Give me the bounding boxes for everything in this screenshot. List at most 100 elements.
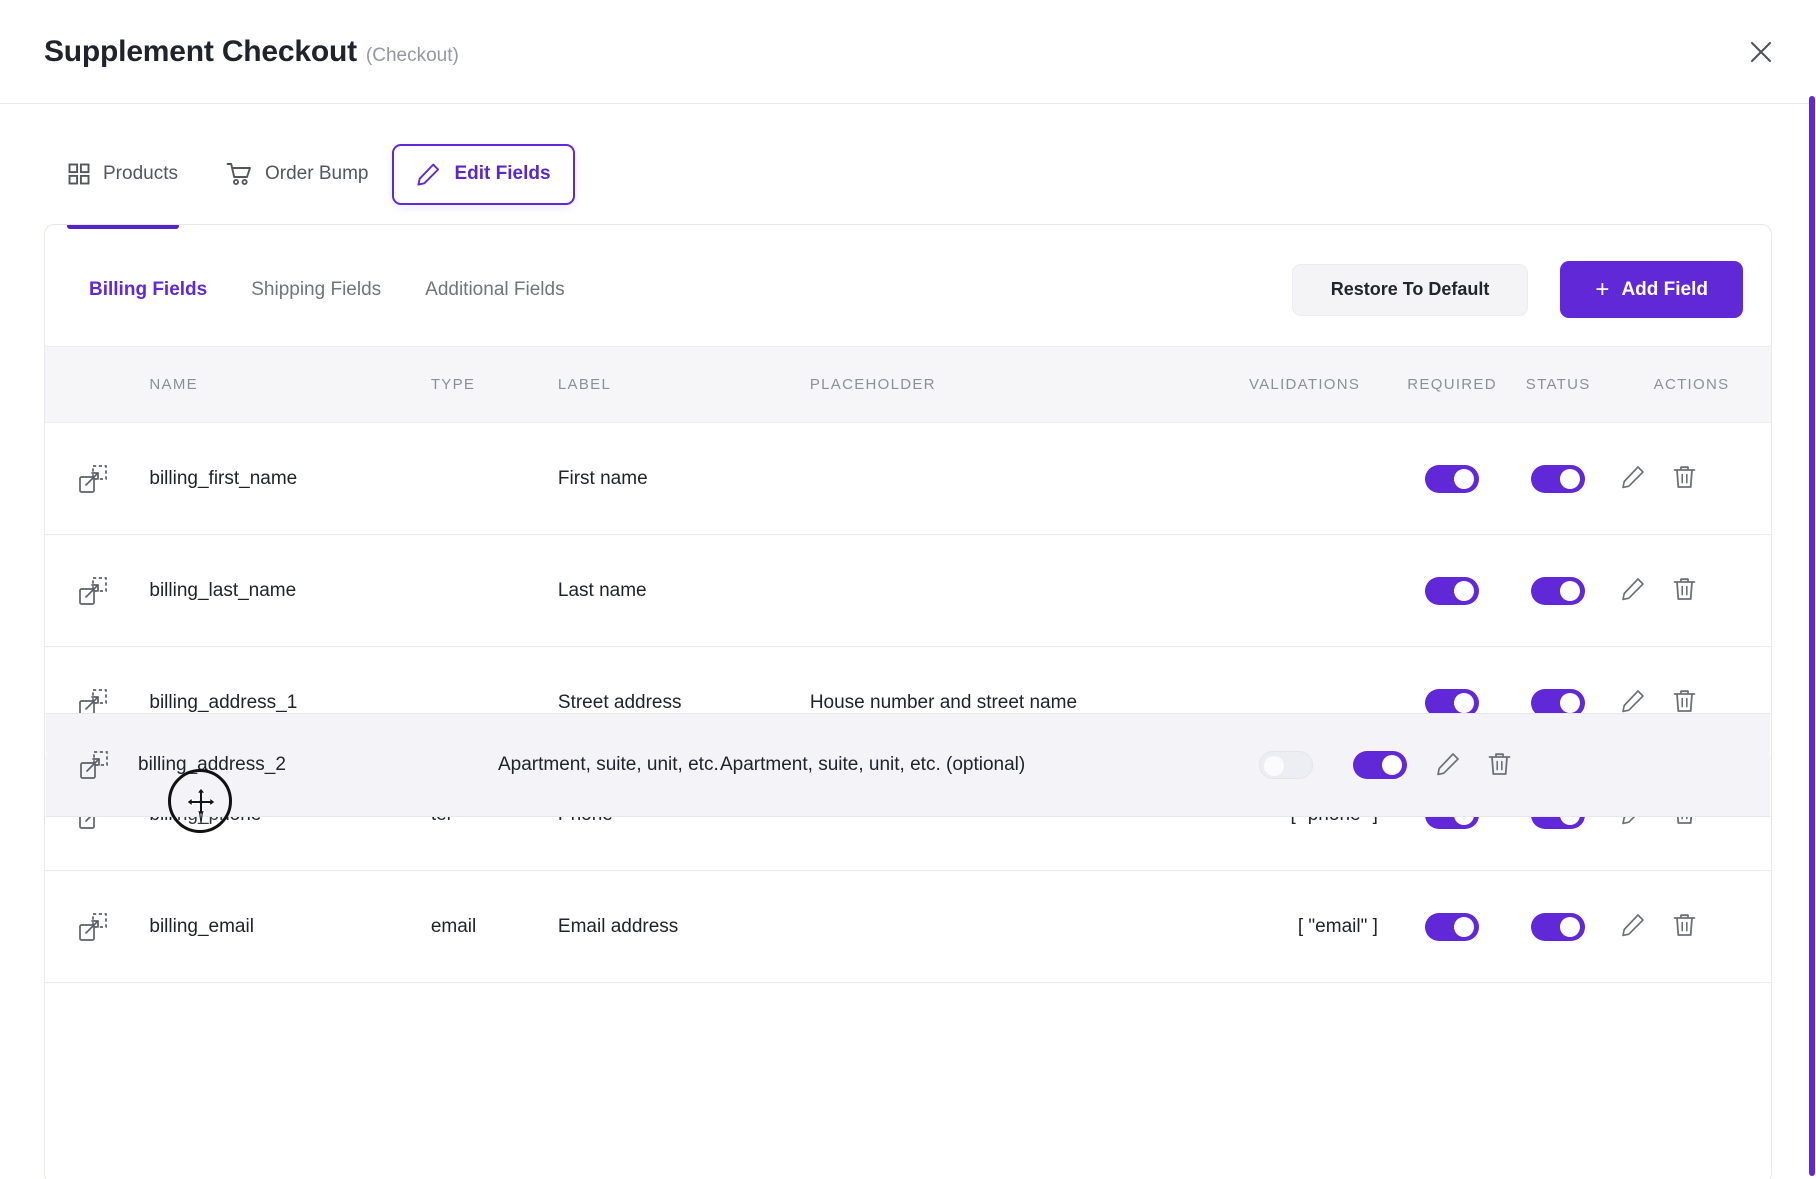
required-toggle[interactable] [1425, 576, 1480, 605]
cart-icon [226, 162, 252, 186]
active-tab-indicator [67, 225, 179, 229]
subtab-shipping-fields[interactable]: Shipping Fields [229, 275, 403, 305]
cell-label: Apartment, suite, unit, etc. [498, 754, 719, 776]
edit-field-button[interactable] [1620, 912, 1646, 941]
cell-name: billing_last_name [149, 579, 297, 601]
tab-order-bump-label: Order Bump [264, 163, 369, 184]
th-validations: VALIDATIONS [1248, 376, 1361, 393]
cell-type [431, 423, 558, 535]
trash-icon [1672, 912, 1697, 941]
fields-table: NAME TYPE LABEL PLACEHOLDER VALIDATIONS … [45, 346, 1771, 983]
cell-placeholder [810, 535, 1209, 647]
tab-products[interactable]: Products [44, 145, 202, 203]
cell-label: First name [557, 467, 648, 489]
cell-status [1504, 423, 1612, 535]
restore-to-default-button[interactable]: Restore To Default [1291, 263, 1529, 316]
table-row[interactable]: billing_first_name First name [45, 422, 1771, 535]
status-toggle[interactable] [1531, 576, 1586, 605]
pencil-icon [1435, 751, 1461, 780]
page-title: Supplement Checkout (Checkout) [44, 35, 459, 69]
primary-tabs: Products Order Bump Edit Fields [0, 104, 1816, 216]
cell-validations [1209, 535, 1400, 647]
cell-name: billing_first_name [149, 467, 298, 489]
trash-icon [1672, 464, 1697, 493]
required-toggle[interactable] [1259, 751, 1313, 779]
scrollbar-thumb[interactable] [1809, 96, 1815, 1176]
cell-placeholder: Apartment, suite, unit, etc. (optional) [720, 754, 1026, 775]
status-toggle[interactable] [1531, 912, 1586, 941]
edit-field-button[interactable] [1620, 576, 1646, 605]
toggle-knob [1560, 468, 1581, 489]
dragging-row[interactable]: billing_address_2 Apartment, suite, unit… [46, 713, 1770, 817]
grid-icon [68, 163, 90, 185]
drag-handle[interactable] [45, 423, 149, 535]
toggle-knob [1454, 580, 1475, 601]
toggle-knob [1264, 756, 1284, 776]
cell-status [1504, 535, 1612, 647]
toggle-knob [1454, 468, 1475, 489]
cell-type [431, 535, 558, 647]
toggle-knob [1560, 692, 1581, 713]
th-required: REQUIRED [1407, 376, 1497, 393]
pencil-icon [1620, 464, 1646, 493]
th-spacer [45, 347, 149, 423]
cell-validations: [ "email" ] [1297, 915, 1378, 937]
modal-header: Supplement Checkout (Checkout) [0, 0, 1816, 104]
delete-field-button[interactable] [1487, 751, 1512, 780]
delete-field-button[interactable] [1672, 576, 1697, 605]
scrollbar-track[interactable] [1809, 0, 1816, 1179]
th-actions: ACTIONS [1653, 376, 1730, 393]
cell-placeholder [810, 871, 1209, 983]
drag-handle[interactable] [46, 749, 138, 781]
cell-required [1400, 535, 1504, 647]
required-toggle[interactable] [1425, 464, 1480, 493]
tab-order-bump[interactable]: Order Bump [202, 144, 392, 204]
cell-name: billing_address_2 [138, 754, 286, 775]
cell-required [1240, 751, 1332, 779]
pencil-icon [1620, 912, 1646, 941]
table-header-row: NAME TYPE LABEL PLACEHOLDER VALIDATIONS … [45, 346, 1771, 423]
edit-field-button[interactable] [1435, 751, 1461, 780]
subtab-billing-fields[interactable]: Billing Fields [67, 275, 229, 305]
toggle-knob [1560, 580, 1581, 601]
cell-status [1332, 751, 1427, 779]
delete-field-button[interactable] [1672, 912, 1697, 941]
cell-validations [1209, 423, 1400, 535]
close-button[interactable] [1742, 33, 1780, 71]
toggle-knob [1381, 755, 1402, 775]
delete-field-button[interactable] [1672, 464, 1697, 493]
add-field-button[interactable]: + Add Field [1560, 261, 1743, 318]
cell-actions [1612, 423, 1771, 535]
table-row[interactable]: billing_last_name Last name [45, 534, 1771, 647]
drag-move-icon [77, 911, 149, 943]
app-screen: Supplement Checkout (Checkout) Products … [0, 0, 1816, 1179]
cell-name: billing_email [149, 915, 254, 937]
fields-card: Billing Fields Shipping Fields Additiona… [44, 224, 1772, 1179]
th-label: LABEL [557, 376, 612, 393]
table-row[interactable]: billing_email email Email address [ "ema… [45, 870, 1771, 983]
tab-edit-fields-label: Edit Fields [454, 163, 551, 184]
cell-label: Last name [557, 579, 647, 601]
cell-actions [1427, 751, 1567, 780]
drag-handle[interactable] [45, 871, 149, 983]
table-body: billing_first_name First name billing_la… [45, 422, 1771, 983]
status-toggle[interactable] [1531, 464, 1586, 493]
close-icon [1748, 39, 1774, 65]
subtab-additional-fields[interactable]: Additional Fields [403, 275, 586, 305]
th-name: NAME [149, 376, 198, 393]
cell-actions [1612, 871, 1771, 983]
toggle-knob [1560, 916, 1581, 937]
tab-edit-fields[interactable]: Edit Fields [392, 143, 575, 205]
cell-status [1504, 871, 1612, 983]
cell-actions [1612, 535, 1771, 647]
drag-handle[interactable] [45, 535, 149, 647]
trash-icon [1487, 751, 1512, 780]
tab-products-label: Products [103, 163, 178, 184]
cell-label: Email address [557, 915, 679, 937]
edit-field-button[interactable] [1620, 464, 1646, 493]
status-toggle[interactable] [1352, 751, 1407, 779]
required-toggle[interactable] [1425, 912, 1480, 941]
add-field-label: Add Field [1621, 278, 1708, 300]
drag-move-icon [77, 575, 149, 607]
page-title-main: Supplement Checkout [44, 34, 357, 68]
